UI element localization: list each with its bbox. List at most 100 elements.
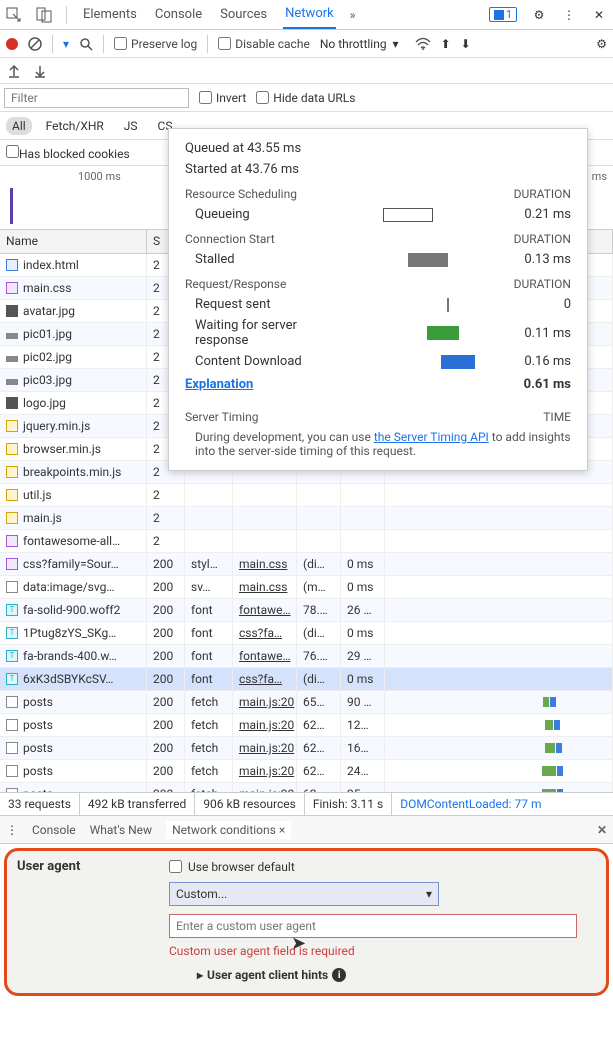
blocked-cookies-checkbox[interactable]: Has blocked cookies <box>6 145 130 161</box>
record-button[interactable] <box>6 38 18 50</box>
timeline-tick2: ms <box>592 170 607 183</box>
separator <box>66 6 67 24</box>
waterfall-cell <box>385 507 613 529</box>
img-icon <box>6 397 18 409</box>
tab-sources[interactable]: Sources <box>218 1 269 28</box>
preserve-log-checkbox[interactable]: Preserve log <box>114 37 197 51</box>
waterfall-cell <box>385 668 613 690</box>
filter-input[interactable] <box>4 88 189 108</box>
table-row[interactable]: posts200fetchmain.js:2062…24… <box>0 760 613 783</box>
filter-icon[interactable]: ▾ <box>63 37 69 51</box>
drawer-tab-network-conditions[interactable]: Network conditions × <box>166 821 291 839</box>
cursor-icon: ➤ <box>291 933 306 954</box>
drawer-tab-whatsnew[interactable]: What's New <box>90 823 152 837</box>
chip-fetch-xhr[interactable]: Fetch/XHR <box>40 117 110 135</box>
settings-icon[interactable]: ⚙ <box>531 7 547 23</box>
table-row[interactable]: posts200fetchmain.js:2065…90 … <box>0 691 613 714</box>
table-row[interactable]: T1Ptug8zYS_SKg…200fontcss?fa…(di…0 ms <box>0 622 613 645</box>
server-timing-api-link[interactable]: the Server Timing API <box>374 430 489 444</box>
img2-icon <box>6 379 18 385</box>
drawer-close-icon[interactable]: ✕ <box>597 823 607 837</box>
disable-cache-checkbox[interactable]: Disable cache <box>218 37 310 51</box>
hide-data-urls-checkbox[interactable]: Hide data URLs <box>256 91 355 105</box>
waterfall-cell <box>385 691 613 713</box>
tab-elements[interactable]: Elements <box>81 1 139 28</box>
file-name: 1Ptug8zYS_SKg… <box>23 626 116 640</box>
font-icon: T <box>6 604 18 616</box>
file-name: data:image/svg… <box>23 580 114 594</box>
waterfall-cell <box>385 714 613 736</box>
table-row[interactable]: fontawesome-all…2 <box>0 530 613 553</box>
started-text: Started at 43.76 ms <box>185 162 571 177</box>
network-settings-icon[interactable]: ⚙ <box>596 37 607 51</box>
info-icon: i <box>332 968 346 982</box>
device-icon[interactable] <box>36 7 52 23</box>
section-connection: Connection Start <box>185 232 275 246</box>
throttling-select[interactable]: No throttling ▾ <box>320 37 399 51</box>
table-row[interactable]: css?family=Sour…200styl…main.css(di…0 ms <box>0 553 613 576</box>
status-requests: 33 requests <box>0 793 80 815</box>
drawer-tabs: ⋮ Console What's New Network conditions … <box>0 816 613 844</box>
chevron-down-icon: ▾ <box>426 887 432 901</box>
table-row[interactable]: Tfa-solid-900.woff2200fontfontawe…78.…26… <box>0 599 613 622</box>
ua-client-hints-toggle[interactable]: ▸ User agent client hints i <box>197 968 596 982</box>
close-devtools-icon[interactable]: ✕ <box>591 7 607 23</box>
waterfall-cell <box>385 783 613 792</box>
img-icon <box>6 305 18 317</box>
waterfall-cell <box>385 484 613 506</box>
tab-network[interactable]: Network <box>283 0 336 29</box>
table-row[interactable]: posts200fetchmain.js:2062…12… <box>0 714 613 737</box>
download-icon[interactable]: ⬇ <box>461 37 471 51</box>
use-browser-default-checkbox[interactable]: Use browser default <box>169 860 295 874</box>
waterfall-cell <box>385 760 613 782</box>
timeline-bar <box>10 188 13 224</box>
upload-icon[interactable]: ⬆ <box>441 37 451 51</box>
row-download: Content Download <box>185 354 315 369</box>
row-waiting: Waiting for server response <box>185 318 315 348</box>
file-name: pic01.jpg <box>23 327 72 341</box>
inspect-icon[interactable] <box>6 7 22 23</box>
more-tabs-icon[interactable]: » <box>350 8 356 22</box>
tab-console[interactable]: Console <box>153 1 204 28</box>
waterfall-cell <box>385 737 613 759</box>
js-icon <box>6 489 18 501</box>
chip-js[interactable]: JS <box>118 117 144 135</box>
upload-har-icon[interactable] <box>8 64 20 78</box>
timing-tooltip: Queued at 43.55 ms Started at 43.76 ms R… <box>168 128 588 471</box>
drawer-tab-console[interactable]: Console <box>32 823 76 837</box>
font-icon: T <box>6 673 18 685</box>
download-har-icon[interactable] <box>34 64 46 78</box>
ua-custom-input[interactable] <box>169 914 577 938</box>
network-toolbar: ▾ Preserve log Disable cache No throttli… <box>0 30 613 58</box>
user-agent-panel: User agent Use browser default Custom...… <box>4 848 609 996</box>
table-row[interactable]: posts200fetchmain.js:2062…16… <box>0 737 613 760</box>
status-bar: 33 requests 492 kB transferred 906 kB re… <box>0 792 613 816</box>
issues-badge[interactable]: 1 <box>489 7 517 22</box>
wifi-icon[interactable] <box>415 37 431 51</box>
invert-checkbox[interactable]: Invert <box>199 91 246 105</box>
section-server-timing: Server Timing <box>185 410 258 424</box>
table-row[interactable]: data:image/svg…200sv…main.css(m…0 ms <box>0 576 613 599</box>
js-icon <box>6 443 18 455</box>
table-row[interactable]: Tfa-brands-400.w…200fontfontawe…76.…29 … <box>0 645 613 668</box>
waterfall-cell <box>385 576 613 598</box>
table-row[interactable]: posts200fetchmain.js:2062…25… <box>0 783 613 792</box>
table-row[interactable]: main.js2 <box>0 507 613 530</box>
search-icon[interactable] <box>79 37 93 51</box>
ua-select[interactable]: Custom...▾ <box>169 882 439 906</box>
font-icon: T <box>6 627 18 639</box>
js-icon <box>6 512 18 524</box>
js-icon <box>6 466 18 478</box>
chip-all[interactable]: All <box>6 117 32 135</box>
clear-icon[interactable] <box>28 37 42 51</box>
col-name[interactable]: Name <box>0 230 147 253</box>
table-row[interactable]: T6xK3dSBYKcSV…200fontcss?fa…(di…0 ms <box>0 668 613 691</box>
table-row[interactable]: util.js2 <box>0 484 613 507</box>
status-resources: 906 kB resources <box>195 793 305 815</box>
kebab-icon[interactable]: ⋮ <box>561 7 577 23</box>
ua-error-text: Custom user agent field is required <box>169 944 596 958</box>
import-export-row <box>0 58 613 84</box>
explanation-link[interactable]: Explanation <box>185 377 253 392</box>
file-name: avatar.jpg <box>23 304 75 318</box>
drawer-kebab-icon[interactable]: ⋮ <box>6 823 18 837</box>
